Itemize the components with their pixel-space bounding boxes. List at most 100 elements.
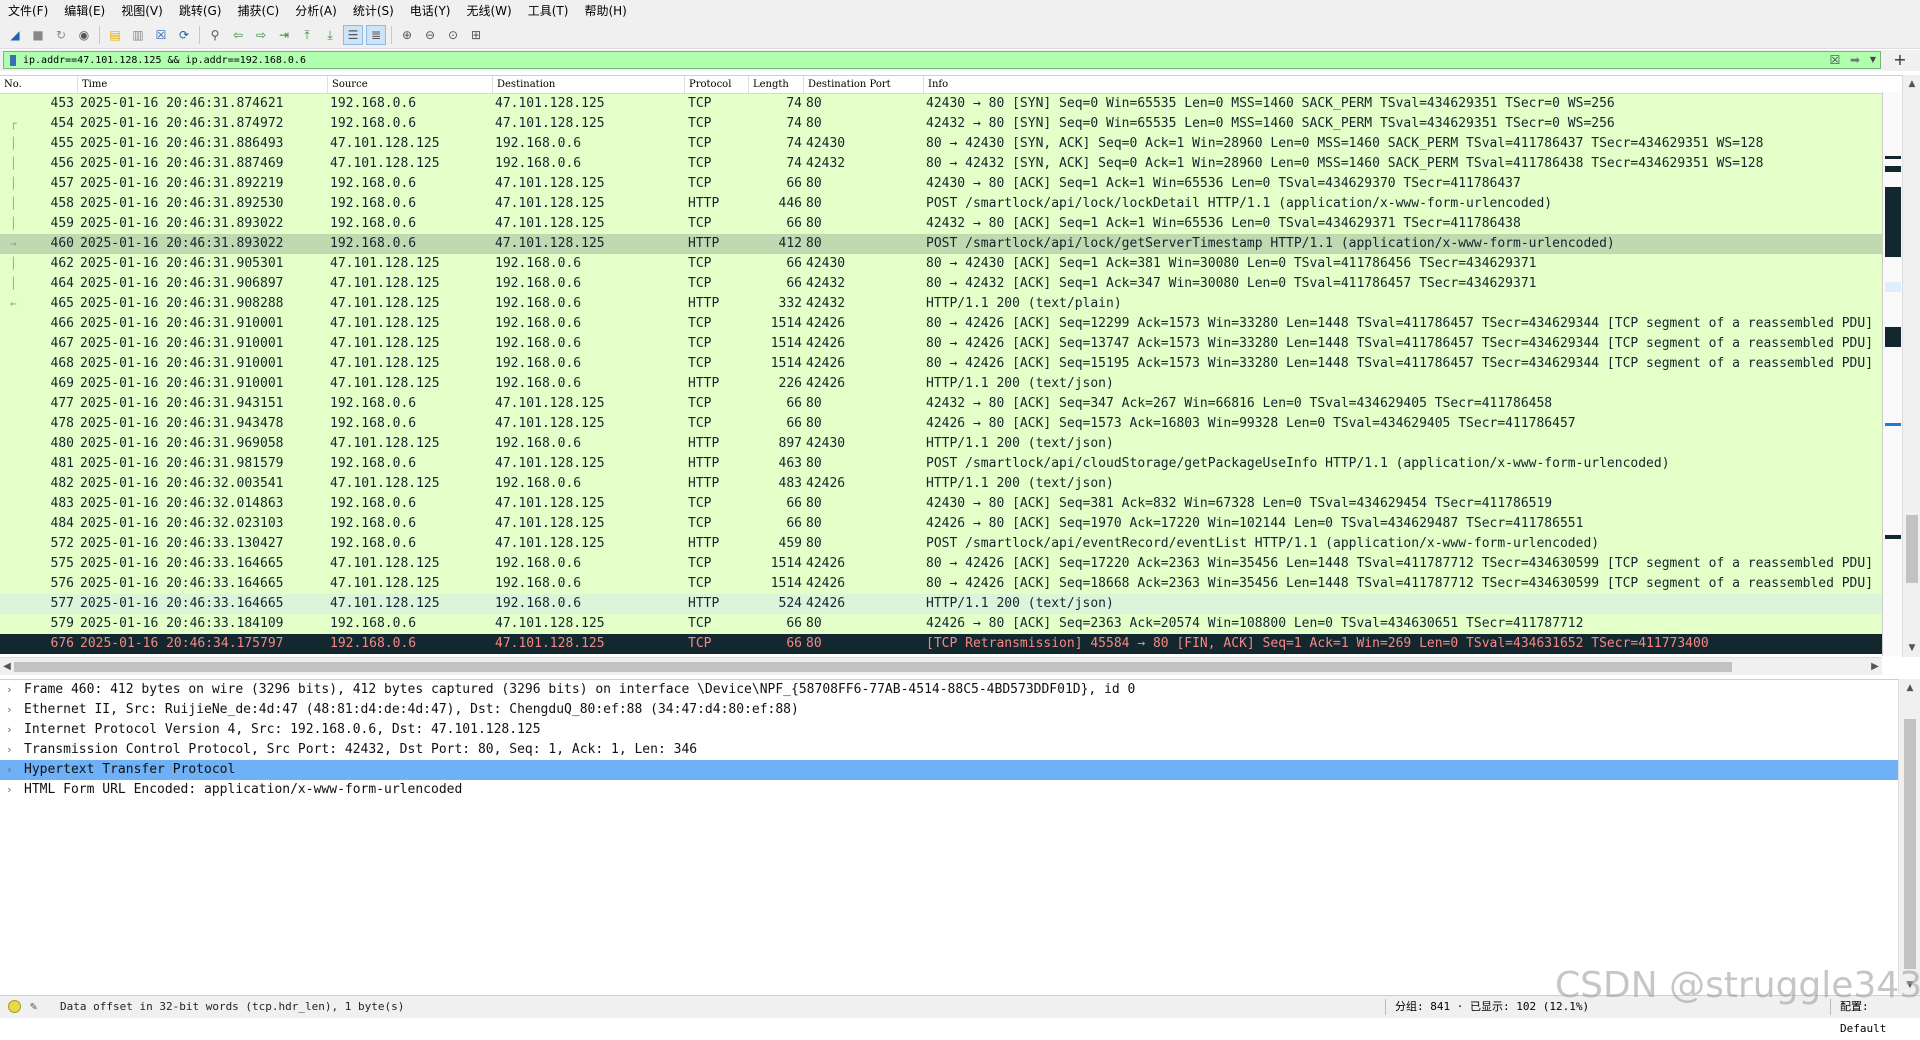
detail-tree-item[interactable]: › Internet Protocol Version 4, Src: 192.1… bbox=[0, 720, 1898, 740]
menu-item[interactable]: 跳转(G) bbox=[171, 0, 230, 22]
packet-row[interactable]: 577 2025-01-16 20:46:33.164665 47.101.128.… bbox=[0, 594, 1882, 614]
menu-item[interactable]: 分析(A) bbox=[287, 0, 345, 22]
column-header-info[interactable]: Info bbox=[924, 76, 1882, 93]
packet-row[interactable]: 468 2025-01-16 20:46:31.910001 47.101.128.… bbox=[0, 354, 1882, 374]
menu-item[interactable]: 无线(W) bbox=[459, 0, 520, 22]
packet-list-hscrollbar[interactable]: ◀ ▶ bbox=[0, 657, 1882, 675]
column-header-time[interactable]: Time bbox=[78, 76, 328, 93]
packet-row[interactable]: 478 2025-01-16 20:46:31.943478 192.168.0.6… bbox=[0, 414, 1882, 434]
capture-comment-icon[interactable]: ✎ bbox=[30, 998, 46, 1014]
packet-row[interactable]: 455 2025-01-16 20:46:31.886493 47.101.128.… bbox=[0, 134, 1882, 154]
detail-tree-item[interactable]: › HTML Form URL Encoded: application/x-ww… bbox=[0, 780, 1898, 800]
colorize-icon[interactable]: ≣ bbox=[366, 25, 386, 45]
detail-tree-item[interactable]: › Ethernet II, Src: RuijieNe_de:4d:47 (48… bbox=[0, 700, 1898, 720]
detail-tree-item[interactable]: › Frame 460: 412 bytes on wire (3296 bits… bbox=[0, 680, 1898, 700]
go-forward-icon[interactable]: ⇨ bbox=[251, 25, 271, 45]
expand-chevron-icon[interactable]: › bbox=[6, 780, 18, 800]
packet-row[interactable]: 458 2025-01-16 20:46:31.892530 192.168.0.6… bbox=[0, 194, 1882, 214]
menu-item[interactable]: 编辑(E) bbox=[56, 0, 113, 22]
menu-item[interactable]: 帮助(H) bbox=[576, 0, 634, 22]
packet-row[interactable]: 483 2025-01-16 20:46:32.014863 192.168.0.6… bbox=[0, 494, 1882, 514]
expert-info-icon[interactable] bbox=[8, 1000, 21, 1013]
expand-chevron-icon[interactable]: › bbox=[6, 720, 18, 740]
go-first-icon[interactable]: ⤒ bbox=[297, 25, 317, 45]
packet-cell-time: 2025-01-16 20:46:31.943478 bbox=[80, 416, 284, 431]
open-file-icon[interactable]: ▤ bbox=[105, 25, 125, 45]
packet-row[interactable]: 457 2025-01-16 20:46:31.892219 192.168.0.6… bbox=[0, 174, 1882, 194]
packet-row[interactable]: 453 2025-01-16 20:46:31.874621 192.168.0.6… bbox=[0, 94, 1882, 114]
packet-row[interactable]: 454 2025-01-16 20:46:31.874972 192.168.0.6… bbox=[0, 114, 1882, 134]
scroll-right-icon[interactable]: ▶ bbox=[1868, 658, 1882, 675]
expand-chevron-icon[interactable]: › bbox=[6, 700, 18, 720]
packet-row[interactable]: 484 2025-01-16 20:46:32.023103 192.168.0.6… bbox=[0, 514, 1882, 534]
packet-row[interactable]: 467 2025-01-16 20:46:31.910001 47.101.128.… bbox=[0, 334, 1882, 354]
display-filter-input[interactable] bbox=[19, 52, 1817, 68]
details-scrollbar[interactable]: ▲ ▼ bbox=[1898, 679, 1920, 994]
packet-row[interactable]: 460 2025-01-16 20:46:31.893022 192.168.0.6… bbox=[0, 234, 1882, 254]
packet-row[interactable]: 576 2025-01-16 20:46:33.164665 47.101.128.… bbox=[0, 574, 1882, 594]
restart-icon[interactable]: ↻ bbox=[51, 25, 71, 45]
zoom-in-icon[interactable]: ⊕ bbox=[397, 25, 417, 45]
packet-row[interactable]: 575 2025-01-16 20:46:33.164665 47.101.128.… bbox=[0, 554, 1882, 574]
normal-size-icon[interactable]: ⊙ bbox=[443, 25, 463, 45]
expand-chevron-icon[interactable]: › bbox=[6, 740, 18, 760]
scroll-up-icon[interactable]: ▲ bbox=[1899, 679, 1920, 697]
column-header-length[interactable]: Length bbox=[749, 76, 804, 93]
menu-item[interactable]: 统计(S) bbox=[345, 0, 402, 22]
close-file-icon[interactable]: ☒ bbox=[151, 25, 171, 45]
column-header-no[interactable]: No. bbox=[0, 76, 78, 93]
clear-filter-icon[interactable]: ☒ bbox=[1828, 53, 1842, 67]
scroll-down-icon[interactable]: ▼ bbox=[1903, 639, 1920, 657]
bookmark-icon[interactable] bbox=[7, 52, 19, 68]
detail-tree-item[interactable]: › Hypertext Transfer Protocol bbox=[0, 760, 1898, 780]
packet-row[interactable]: 469 2025-01-16 20:46:31.910001 47.101.128.… bbox=[0, 374, 1882, 394]
expand-chevron-icon[interactable]: › bbox=[6, 680, 18, 700]
apply-filter-icon[interactable]: ➡ bbox=[1844, 53, 1866, 67]
packet-row[interactable]: 481 2025-01-16 20:46:31.981579 192.168.0.6… bbox=[0, 454, 1882, 474]
packet-row[interactable]: 465 2025-01-16 20:46:31.908288 47.101.128.… bbox=[0, 294, 1882, 314]
menu-item[interactable]: 捕获(C) bbox=[229, 0, 287, 22]
add-filter-button-icon[interactable]: + bbox=[1889, 51, 1911, 69]
packet-row[interactable]: 456 2025-01-16 20:46:31.887469 47.101.128.… bbox=[0, 154, 1882, 174]
column-header-destination-port[interactable]: Destination Port bbox=[804, 76, 924, 93]
menu-item[interactable]: 视图(V) bbox=[113, 0, 171, 22]
scroll-up-icon[interactable]: ▲ bbox=[1903, 75, 1920, 93]
resize-columns-icon[interactable]: ⊞ bbox=[466, 25, 486, 45]
packet-row[interactable]: 464 2025-01-16 20:46:31.906897 47.101.128.… bbox=[0, 274, 1882, 294]
packet-row[interactable]: 579 2025-01-16 20:46:33.184109 192.168.0.6… bbox=[0, 614, 1882, 634]
stop-icon[interactable]: ■ bbox=[28, 25, 48, 45]
save-file-icon[interactable]: ▥ bbox=[128, 25, 148, 45]
packet-row[interactable]: 466 2025-01-16 20:46:31.910001 47.101.128.… bbox=[0, 314, 1882, 334]
scroll-thumb[interactable] bbox=[1904, 719, 1916, 969]
shark-start-icon[interactable]: ◢ bbox=[5, 25, 25, 45]
column-header-protocol[interactable]: Protocol bbox=[685, 76, 749, 93]
expand-chevron-icon[interactable]: › bbox=[6, 760, 18, 780]
menu-item[interactable]: 工具(T) bbox=[520, 0, 577, 22]
reload-file-icon[interactable]: ⟳ bbox=[174, 25, 194, 45]
packet-minimap[interactable] bbox=[1882, 92, 1903, 656]
go-to-packet-icon[interactable]: ⇥ bbox=[274, 25, 294, 45]
scroll-left-icon[interactable]: ◀ bbox=[0, 658, 14, 675]
auto-scroll-icon[interactable]: ☰ bbox=[343, 25, 363, 45]
packet-row[interactable]: 482 2025-01-16 20:46:32.003541 47.101.128.… bbox=[0, 474, 1882, 494]
menu-item[interactable]: 文件(F) bbox=[0, 0, 56, 22]
packet-row[interactable]: 676 2025-01-16 20:46:34.175797 192.168.0.6… bbox=[0, 634, 1882, 654]
filter-history-dropdown-icon[interactable]: ▼ bbox=[1868, 53, 1878, 67]
options-icon[interactable]: ◉ bbox=[74, 25, 94, 45]
find-packet-icon[interactable]: ⚲ bbox=[205, 25, 225, 45]
scroll-thumb[interactable] bbox=[1906, 515, 1918, 583]
column-header-source[interactable]: Source bbox=[328, 76, 493, 93]
packet-row[interactable]: 459 2025-01-16 20:46:31.893022 192.168.0.6… bbox=[0, 214, 1882, 234]
column-header-destination[interactable]: Destination bbox=[493, 76, 685, 93]
packet-row[interactable]: 480 2025-01-16 20:46:31.969058 47.101.128.… bbox=[0, 434, 1882, 454]
packet-row[interactable]: 462 2025-01-16 20:46:31.905301 47.101.128.… bbox=[0, 254, 1882, 274]
packet-row[interactable]: 572 2025-01-16 20:46:33.130427 192.168.0.6… bbox=[0, 534, 1882, 554]
detail-tree-item[interactable]: › Transmission Control Protocol, Src Port… bbox=[0, 740, 1898, 760]
go-last-icon[interactable]: ⤓ bbox=[320, 25, 340, 45]
zoom-out-icon[interactable]: ⊖ bbox=[420, 25, 440, 45]
packet-list-scrollbar[interactable]: ▲ ▼ bbox=[1902, 75, 1920, 657]
hscroll-thumb[interactable] bbox=[14, 662, 1732, 672]
go-back-icon[interactable]: ⇦ bbox=[228, 25, 248, 45]
menu-item[interactable]: 电话(Y) bbox=[402, 0, 459, 22]
packet-row[interactable]: 477 2025-01-16 20:46:31.943151 192.168.0.6… bbox=[0, 394, 1882, 414]
